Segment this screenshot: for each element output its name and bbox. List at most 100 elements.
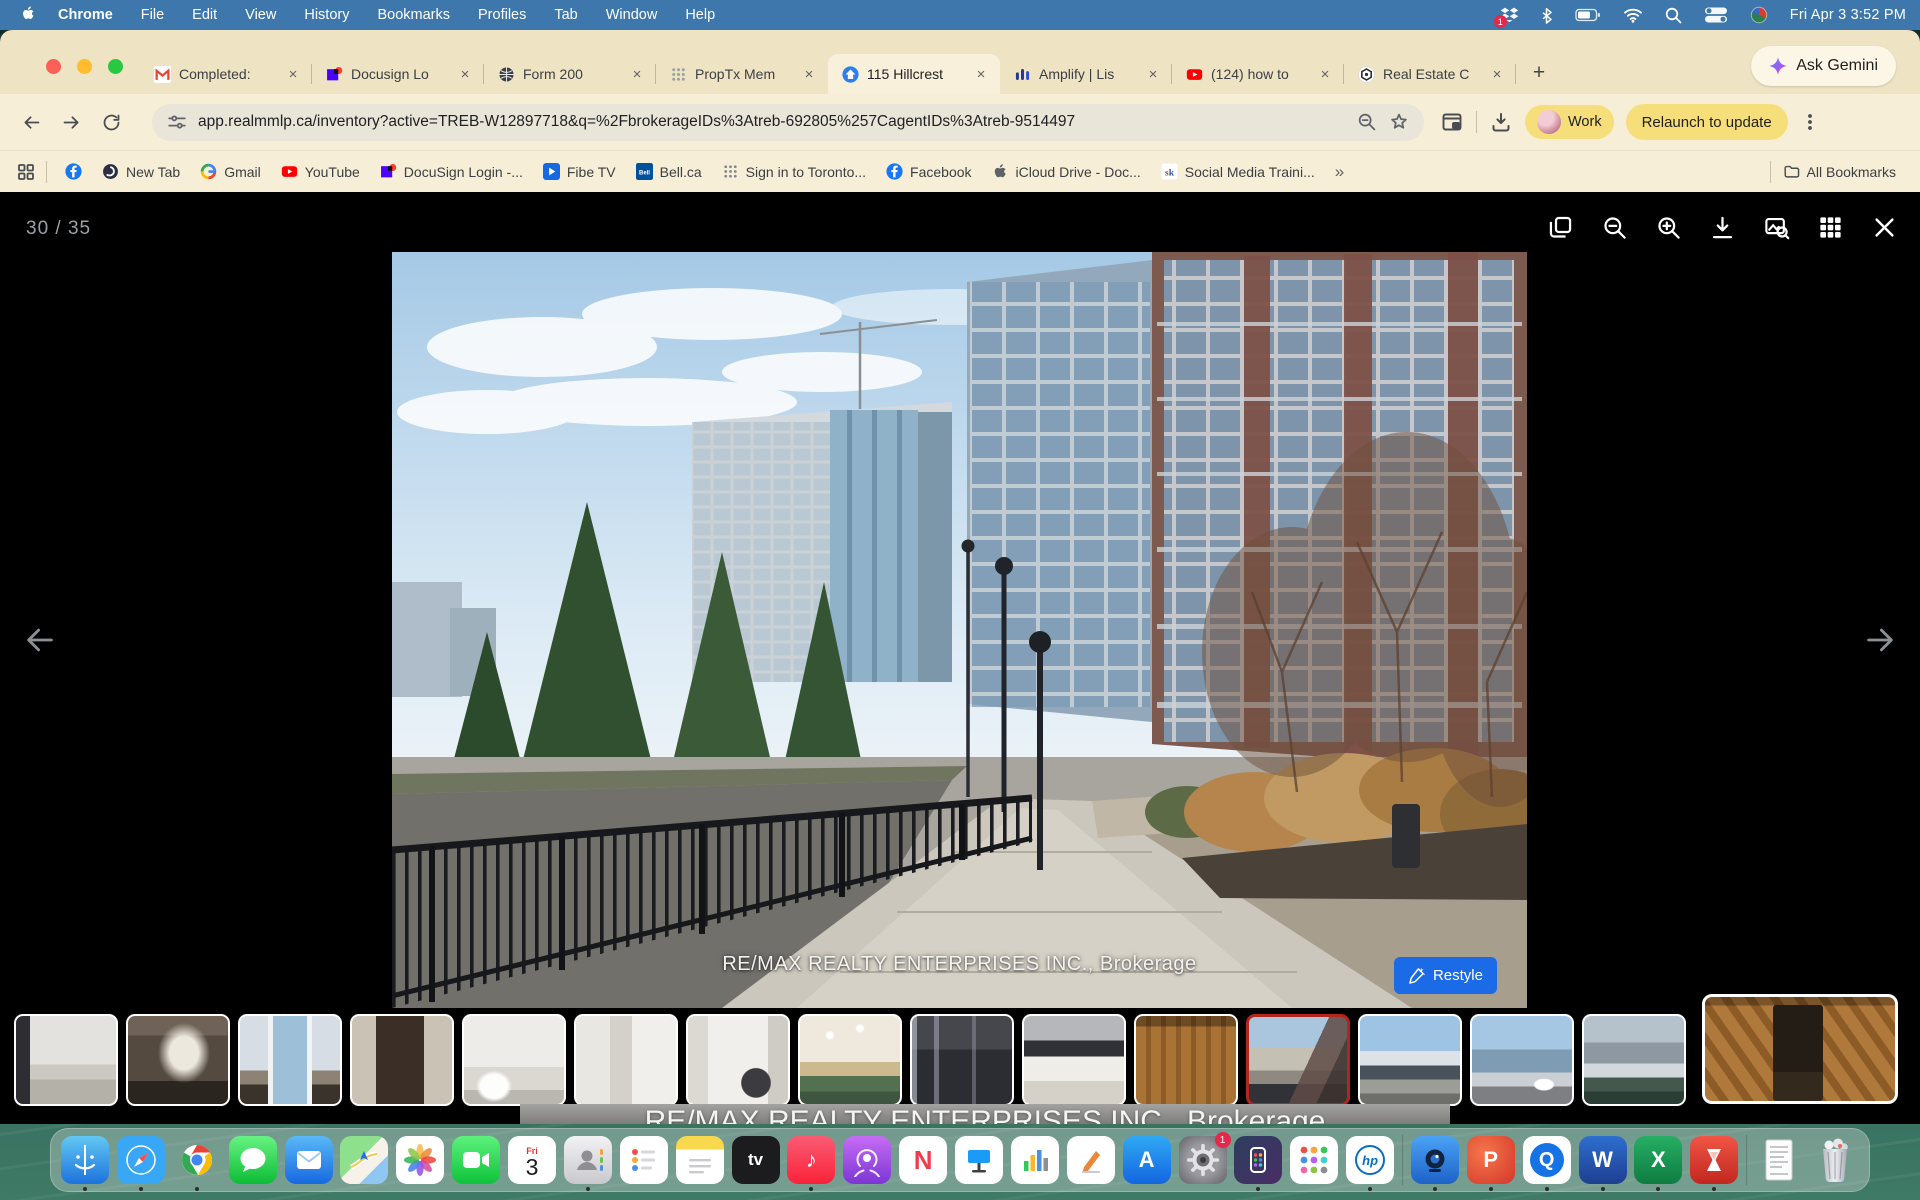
dock-keynote-icon[interactable] bbox=[955, 1136, 1003, 1184]
dock-q-app-icon[interactable]: Q bbox=[1523, 1136, 1571, 1184]
tab-close-icon[interactable]: × bbox=[628, 65, 646, 83]
dock-hp-icon[interactable]: hp bbox=[1346, 1136, 1394, 1184]
thumbnail-gym[interactable] bbox=[910, 1014, 1014, 1106]
tab-docusign-lo[interactable]: Docusign Lo× bbox=[312, 54, 484, 94]
profile-globe-icon[interactable] bbox=[1750, 6, 1768, 24]
dock-finder-icon[interactable] bbox=[61, 1136, 109, 1184]
tab-close-icon[interactable]: × bbox=[456, 65, 474, 83]
all-bookmarks-button[interactable]: All Bookmarks bbox=[1775, 158, 1904, 185]
dock-facetime-icon[interactable] bbox=[452, 1136, 500, 1184]
menu-app-name[interactable]: Chrome bbox=[58, 7, 113, 23]
thumbnail-mirror[interactable] bbox=[350, 1014, 454, 1106]
menu-file[interactable]: File bbox=[141, 7, 164, 23]
thumbnail-building-canopy[interactable] bbox=[1358, 1014, 1462, 1106]
apple-menu-icon[interactable] bbox=[14, 5, 44, 26]
dock-launchpad-icon[interactable] bbox=[1290, 1136, 1338, 1184]
dock-timer-icon[interactable] bbox=[1690, 1136, 1738, 1184]
tab-close-icon[interactable]: × bbox=[1144, 65, 1162, 83]
minimize-window-button[interactable] bbox=[77, 59, 92, 74]
menu-window[interactable]: Window bbox=[606, 7, 658, 23]
menu-profiles[interactable]: Profiles bbox=[478, 7, 526, 23]
tab-form-200[interactable]: Form 200× bbox=[484, 54, 656, 94]
bookmark-star-icon[interactable] bbox=[1388, 111, 1410, 133]
previous-photo-arrow[interactable] bbox=[16, 616, 64, 664]
menu-help[interactable]: Help bbox=[685, 7, 715, 23]
dock-trash-icon[interactable] bbox=[1811, 1136, 1859, 1184]
bookmark-bell-ca[interactable]: BellBell.ca bbox=[628, 158, 710, 185]
bookmark-icloud-drive-doc[interactable]: iCloud Drive - Doc... bbox=[984, 158, 1149, 185]
dock-mail-icon[interactable] bbox=[285, 1136, 333, 1184]
dock-word-icon[interactable]: W bbox=[1579, 1136, 1627, 1184]
menu-clock[interactable]: Fri Apr 3 3:52 PM bbox=[1790, 7, 1906, 23]
dock-podcasts-icon[interactable] bbox=[843, 1136, 891, 1184]
tab-close-icon[interactable]: × bbox=[284, 65, 302, 83]
dock-excel-icon[interactable]: X bbox=[1634, 1136, 1682, 1184]
thumbnail-sauna[interactable] bbox=[1134, 1014, 1238, 1106]
zoom-out-icon[interactable] bbox=[1601, 214, 1628, 241]
menu-tab[interactable]: Tab bbox=[554, 7, 577, 23]
downloads-icon[interactable] bbox=[1489, 110, 1513, 134]
dock-notes-icon[interactable] bbox=[676, 1136, 724, 1184]
close-window-button[interactable] bbox=[46, 59, 61, 74]
battery-icon[interactable] bbox=[1575, 8, 1601, 22]
image-search-icon[interactable] bbox=[1763, 214, 1790, 241]
dock-reminders-icon[interactable] bbox=[620, 1136, 668, 1184]
thumbnail-laundry[interactable] bbox=[686, 1014, 790, 1106]
dock-cam-icon[interactable] bbox=[1411, 1136, 1459, 1184]
forward-button[interactable] bbox=[54, 105, 88, 139]
url-text[interactable]: app.realmmlp.ca/inventory?active=TREB-W1… bbox=[198, 113, 1346, 131]
reload-button[interactable] bbox=[94, 105, 128, 139]
dock-receipt-icon[interactable] bbox=[1755, 1136, 1803, 1184]
relaunch-to-update-button[interactable]: Relaunch to update bbox=[1626, 104, 1788, 140]
thumbnail-building-glass[interactable] bbox=[1470, 1014, 1574, 1106]
tab-real-estate-c[interactable]: Real Estate C× bbox=[1344, 54, 1516, 94]
tab--124-how-to[interactable]: (124) how to× bbox=[1172, 54, 1344, 94]
dock-calendar-icon[interactable]: Fri3 bbox=[508, 1136, 556, 1184]
dock-safari-icon[interactable] bbox=[117, 1136, 165, 1184]
download-icon[interactable] bbox=[1709, 214, 1736, 241]
tab-close-icon[interactable]: × bbox=[800, 65, 818, 83]
bookmark-docusign-login[interactable]: DocuSign Login -... bbox=[372, 158, 531, 185]
menu-bookmarks[interactable]: Bookmarks bbox=[377, 7, 450, 23]
wifi-icon[interactable] bbox=[1623, 7, 1643, 23]
thumbnail-bath-vanity[interactable] bbox=[14, 1014, 118, 1106]
tab-close-icon[interactable]: × bbox=[1316, 65, 1334, 83]
control-center-icon[interactable] bbox=[1704, 6, 1728, 24]
bluetooth-icon[interactable] bbox=[1541, 7, 1553, 24]
dock-messages-icon[interactable] bbox=[229, 1136, 277, 1184]
menu-edit[interactable]: Edit bbox=[192, 7, 217, 23]
dock-tv-icon[interactable]: tv bbox=[732, 1136, 780, 1184]
bookmark-gmail[interactable]: Gmail bbox=[192, 158, 269, 185]
dock-settings-icon[interactable]: 1 bbox=[1179, 1136, 1227, 1184]
apps-grid-icon[interactable] bbox=[16, 162, 36, 182]
thumbnail-hallway[interactable] bbox=[574, 1014, 678, 1106]
copy-icon[interactable] bbox=[1547, 214, 1574, 241]
dock-app-store-icon[interactable]: A bbox=[1123, 1136, 1171, 1184]
dock-music-icon[interactable]: ♪ bbox=[787, 1136, 835, 1184]
thumbnail-party-room[interactable] bbox=[798, 1014, 902, 1106]
new-tab-button[interactable]: + bbox=[1524, 58, 1554, 88]
site-settings-icon[interactable] bbox=[166, 111, 188, 133]
dock-p-app-icon[interactable]: P bbox=[1467, 1136, 1515, 1184]
tab-amplify-lis[interactable]: Amplify | Lis× bbox=[1000, 54, 1172, 94]
thumbnail-skyline[interactable] bbox=[1582, 1014, 1686, 1106]
tab-completed-[interactable]: Completed: × bbox=[140, 54, 312, 94]
bookmark-facebook-favicon[interactable] bbox=[57, 158, 90, 185]
tab-close-icon[interactable]: × bbox=[1488, 65, 1506, 83]
dock-pages-icon[interactable] bbox=[1067, 1136, 1115, 1184]
tab-115-hillcrest[interactable]: 115 Hillcrest× bbox=[828, 54, 1000, 94]
thumbnail-bedroom-dark[interactable] bbox=[126, 1014, 230, 1106]
next-photo-arrow[interactable] bbox=[1856, 616, 1904, 664]
tab-proptx-mem[interactable]: PropTx Mem× bbox=[656, 54, 828, 94]
hover-preview-thumbnail[interactable] bbox=[1702, 994, 1898, 1104]
search-icon[interactable] bbox=[1665, 7, 1682, 24]
bookmark-social-media-traini[interactable]: skSocial Media Traini... bbox=[1153, 158, 1323, 185]
thumbnail-bath-white[interactable] bbox=[462, 1014, 566, 1106]
dock-chrome-icon[interactable] bbox=[173, 1136, 221, 1184]
maximize-window-button[interactable] bbox=[108, 59, 123, 74]
menu-view[interactable]: View bbox=[245, 7, 276, 23]
dock-contacts-icon[interactable] bbox=[564, 1136, 612, 1184]
bookmark-sign-in-to-toronto[interactable]: Sign in to Toronto... bbox=[714, 158, 874, 185]
ask-gemini-button[interactable]: Ask Gemini bbox=[1751, 46, 1896, 86]
thumbnail-walkway-selected[interactable] bbox=[1246, 1014, 1350, 1106]
